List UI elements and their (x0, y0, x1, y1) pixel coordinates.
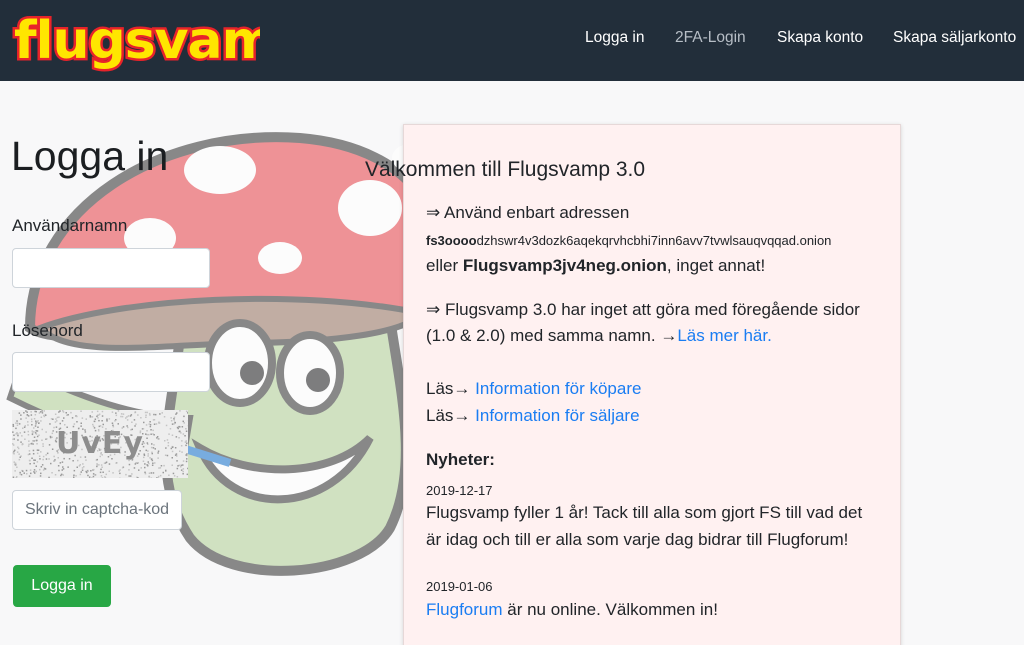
news-text: Flugsvamp fyller 1 år! Tack till alla so… (426, 503, 863, 522)
news-date: 2019-01-06 (426, 579, 493, 594)
login-button[interactable]: Logga in (13, 565, 111, 607)
seller-info-row: Läs→ Information för säljare (426, 406, 640, 425)
arrow-icon: ⇒ (426, 203, 441, 222)
onion-address: fs3oooodzhswr4v3dozk6aqekqrvhcbhi7inn6av… (426, 233, 832, 248)
alt-address: eller Flugsvamp3jv4neg.onion, inget anna… (426, 256, 766, 275)
flugforum-link[interactable]: Flugforum (426, 600, 503, 619)
svg-text:flugsvamp: flugsvamp (14, 11, 260, 71)
captcha-image: UvEy (12, 410, 188, 478)
flugsvamp-logo[interactable]: flugsvamp (10, 2, 261, 74)
read-more-link[interactable]: Läs mer här. (677, 326, 772, 345)
seller-info-link[interactable]: Information för säljare (475, 406, 639, 425)
top-navbar: flugsvamp flugsvamp Logga in 2FA-Login S… (0, 0, 1024, 81)
nav-2fa-login[interactable]: 2FA-Login (675, 29, 746, 47)
username-label: Användarnamn (12, 216, 128, 235)
nav-create-seller-account[interactable]: Skapa säljarkonto (893, 29, 1016, 47)
buyer-info-link[interactable]: Information för köpare (475, 379, 641, 398)
buyer-info-row: Läs→ Information för köpare (426, 379, 642, 398)
welcome-title: Välkommen till Flugsvamp 3.0 (364, 158, 646, 181)
news-date: 2019-12-17 (426, 483, 493, 498)
disclaimer-line-1: ⇒ Flugsvamp 3.0 har inget att göra med f… (426, 300, 860, 319)
address-instruction: ⇒ Använd enbart adressen (426, 203, 630, 222)
news-heading: Nyheter: (426, 450, 495, 469)
captcha-input[interactable] (12, 490, 182, 530)
captcha-text: UvEy (56, 426, 144, 461)
disclaimer-line-2: (1.0 & 2.0) med samma namn. →Läs mer här… (426, 326, 772, 345)
news-text: är idag och till er alla som varje dag b… (426, 530, 849, 549)
password-label: Lösenord (12, 321, 83, 340)
arrow-icon: ⇒ (426, 300, 441, 319)
username-input[interactable] (12, 248, 210, 288)
nav-login[interactable]: Logga in (585, 29, 644, 47)
password-input[interactable] (12, 352, 210, 392)
nav-create-account[interactable]: Skapa konto (777, 29, 863, 47)
news-text: Flugforum är nu online. Välkommen in! (426, 600, 718, 619)
